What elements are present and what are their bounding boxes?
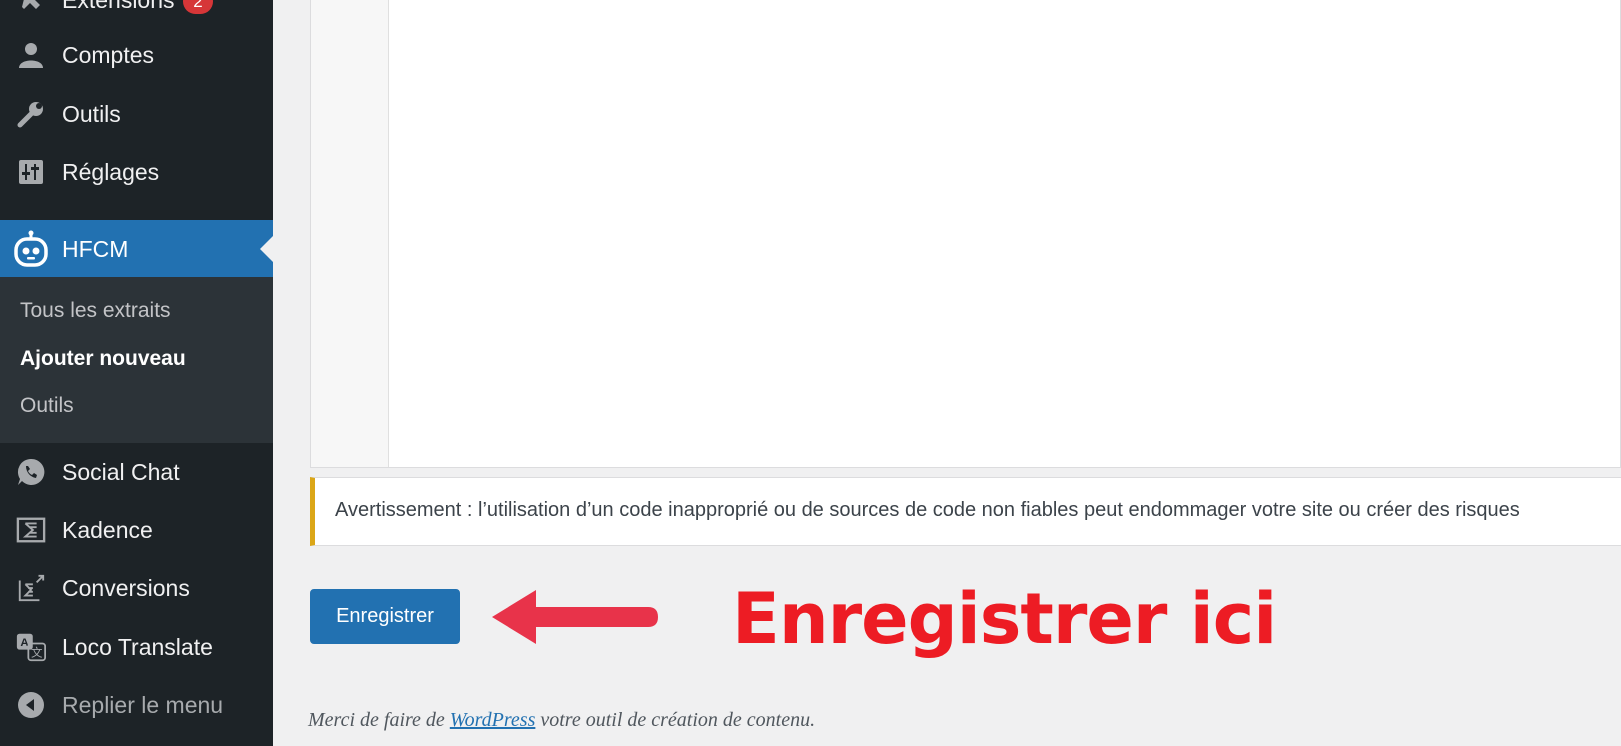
update-count-badge: 2 [183, 0, 213, 14]
sidebar-item-label: Comptes [62, 41, 155, 68]
whatsapp-icon [16, 457, 46, 487]
sidebar-item-label: Social Chat [62, 458, 180, 485]
warning-notice-text: Avertissement : l’utilisation d’un code … [335, 499, 1520, 521]
submenu-item-all-snippets[interactable]: Tous les extraits [20, 299, 171, 323]
sidebar-item-label: Réglages [62, 158, 160, 185]
annotation-label: Enregistrer ici [732, 578, 1277, 660]
submenu-item-add-new[interactable]: Ajouter nouveau [20, 347, 186, 371]
sidebar-item-reglages[interactable]: Réglages [0, 144, 273, 200]
sidebar-item-social-chat[interactable]: Social Chat [0, 444, 273, 500]
sidebar-item-label: Conversions [62, 574, 190, 601]
collapse-icon [16, 690, 46, 720]
annotation-arrow-icon [492, 590, 658, 644]
kadence-icon [16, 515, 46, 545]
sidebar-item-label: HFCM [62, 236, 129, 262]
footer-prefix: Merci de faire de [308, 709, 450, 731]
conversions-icon [16, 573, 46, 603]
sidebar-item-loco-translate[interactable]: A文 Loco Translate [0, 619, 273, 675]
code-editor[interactable] [310, 0, 1621, 468]
sidebar-item-label: Extensions [62, 0, 175, 14]
hfcm-submenu: Tous les extraits Ajouter nouveau Outils [0, 277, 273, 443]
footer-suffix: votre outil de création de contenu. [535, 709, 816, 731]
sliders-icon [16, 157, 46, 187]
sidebar-item-label: Replier le menu [62, 691, 224, 718]
user-icon [16, 40, 46, 70]
collapse-menu-button[interactable]: Replier le menu [0, 677, 273, 733]
plugin-icon [16, 0, 46, 15]
sidebar-item-comptes[interactable]: Comptes [0, 27, 273, 83]
warning-notice: Avertissement : l’utilisation d’un code … [310, 477, 1621, 546]
save-button[interactable]: Enregistrer [310, 589, 460, 644]
svg-text:A: A [20, 637, 28, 649]
sidebar-item-label: Kadence [62, 516, 153, 543]
robot-icon [12, 230, 50, 268]
sidebar-item-label: Loco Translate [62, 633, 213, 660]
sidebar-item-extensions[interactable]: Extensions 2 [0, 0, 273, 28]
sidebar-item-conversions[interactable]: Conversions [0, 560, 273, 616]
sidebar-item-outils[interactable]: Outils [0, 86, 273, 142]
sidebar-item-hfcm[interactable]: HFCM [0, 220, 273, 277]
wrench-icon [16, 99, 46, 129]
line-number-gutter [311, 0, 389, 467]
admin-sidebar: Extensions 2 Comptes Outils Réglages [0, 0, 273, 746]
admin-footer: Merci de faire de WordPress votre outil … [308, 709, 815, 732]
sidebar-item-kadence[interactable]: Kadence [0, 502, 273, 558]
current-menu-pointer [260, 236, 273, 262]
sidebar-item-label: Outils [62, 100, 121, 127]
submenu-item-tools[interactable]: Outils [20, 394, 74, 418]
wordpress-link[interactable]: WordPress [450, 709, 536, 731]
translate-icon: A文 [16, 632, 46, 662]
svg-text:文: 文 [31, 646, 43, 660]
